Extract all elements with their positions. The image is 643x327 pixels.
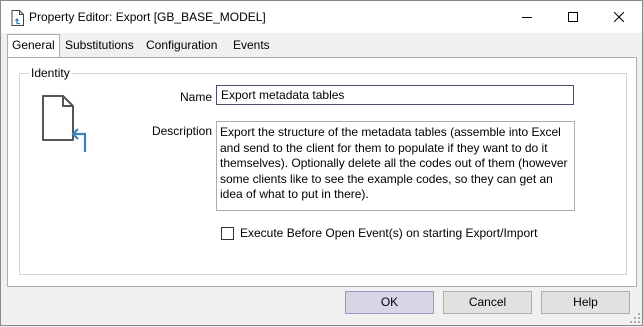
help-button[interactable]: Help [541,291,630,314]
resize-grip[interactable] [629,312,641,324]
title-bar[interactable]: Property Editor: Export [GB_BASE_MODEL] [1,1,642,33]
document-edit-icon [11,10,25,26]
maximize-button[interactable] [550,1,596,33]
resize-grip-icon [630,313,640,323]
tab-events[interactable]: Events [229,35,274,56]
maximize-icon [568,12,578,22]
general-tab-panel: Identity Name Description Export the str… [7,57,637,287]
name-input[interactable] [216,85,574,105]
tab-general[interactable]: General [7,34,60,58]
minimize-icon [522,17,532,18]
execute-before-open-checkbox[interactable] [221,227,234,240]
description-textarea[interactable]: Export the structure of the metadata tab… [216,121,575,211]
ok-button[interactable]: OK [345,291,434,314]
description-label: Description [151,124,212,138]
execute-before-open-label[interactable]: Execute Before Open Event(s) on starting… [240,226,537,240]
property-editor-window: Property Editor: Export [GB_BASE_MODEL] … [0,0,643,326]
close-icon [614,12,624,22]
window-title: Property Editor: Export [GB_BASE_MODEL] [29,10,266,24]
identity-group-title: Identity [29,66,72,80]
tab-configuration[interactable]: Configuration [142,35,221,56]
document-export-icon [33,88,97,154]
name-label: Name [179,90,212,104]
minimize-button[interactable] [504,1,550,33]
cancel-button[interactable]: Cancel [443,291,532,314]
close-button[interactable] [596,1,642,33]
tab-substitutions[interactable]: Substitutions [61,35,138,56]
identity-group: Identity Name Description Export the str… [19,66,627,275]
